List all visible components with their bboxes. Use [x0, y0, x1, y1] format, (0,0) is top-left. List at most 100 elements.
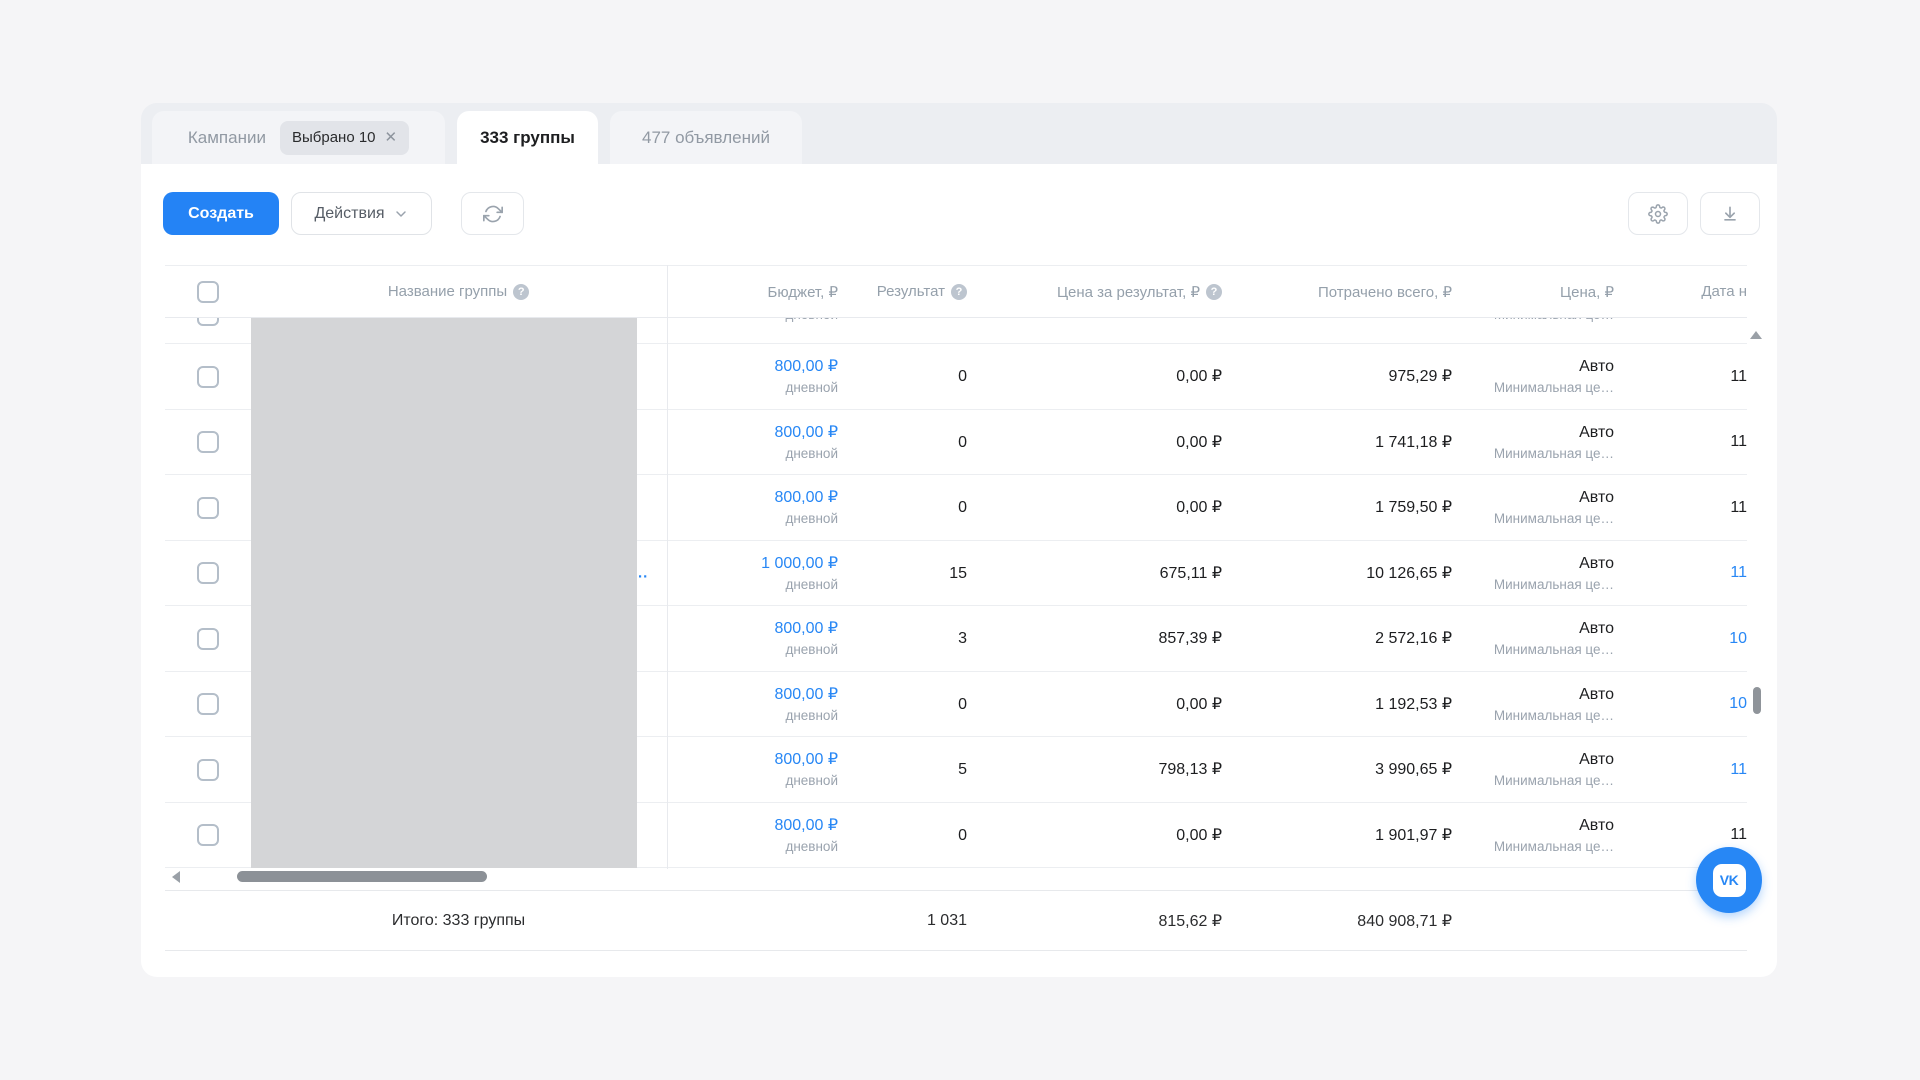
tab-campaigns[interactable]: Кампании Выбрано 10 ✕: [152, 111, 445, 164]
create-button[interactable]: Создать: [163, 192, 279, 235]
price-mode: Авто: [1452, 421, 1614, 444]
spent-total-cell: 2 572,16 ₽: [1222, 606, 1452, 672]
actions-button[interactable]: Действия: [291, 192, 432, 235]
date-cell: 10: [1614, 672, 1747, 738]
date-value[interactable]: 11: [1614, 564, 1747, 582]
price-note: Минимальная це…: [1452, 706, 1614, 726]
result-value: 0: [838, 431, 967, 454]
tab-groups[interactable]: 333 группы: [457, 111, 598, 164]
column-header-spent-total[interactable]: Потрачено всего, ₽: [1222, 283, 1452, 301]
column-header-budget[interactable]: Бюджет, ₽: [667, 283, 838, 301]
row-checkbox[interactable]: [197, 562, 219, 584]
date-value[interactable]: 10: [1614, 630, 1747, 648]
tab-ads[interactable]: 477 объявлений: [610, 111, 802, 164]
group-name-tail[interactable]: ..: [638, 565, 648, 582]
cost-per-result-value: 675,11 ₽: [967, 562, 1222, 585]
tab-ads-label: 477 объявлений: [642, 128, 770, 148]
budget-cell: 800,00 ₽ дневной: [667, 344, 838, 410]
cost-per-result-cell: 0,00 ₽: [967, 475, 1222, 541]
row-checkbox[interactable]: [197, 497, 219, 519]
column-header-result[interactable]: Результат ?: [838, 283, 967, 300]
row-checkbox[interactable]: [197, 628, 219, 650]
selected-count-badge[interactable]: Выбрано 10 ✕: [280, 121, 409, 155]
result-value: 3: [838, 627, 967, 650]
spent-total-value: 1 901,97 ₽: [1222, 824, 1452, 847]
row-checkbox-cell: [165, 672, 250, 738]
price-cell: Авто Минимальная це…: [1452, 737, 1614, 803]
date-value[interactable]: 11: [1614, 368, 1747, 386]
result-cell: 0: [838, 344, 967, 410]
result-cell: 0: [838, 803, 967, 869]
clear-selection-icon[interactable]: ✕: [385, 130, 398, 145]
select-all-checkbox[interactable]: [197, 281, 219, 303]
budget-amount[interactable]: 800,00 ₽: [667, 748, 838, 771]
budget-cell: 1 000,00 ₽ дневной: [667, 541, 838, 607]
result-value: 0: [838, 365, 967, 388]
scroll-left-arrow-icon[interactable]: [172, 871, 180, 883]
date-value[interactable]: 10: [1614, 695, 1747, 713]
result-cell: 15: [838, 541, 967, 607]
budget-type: дневной: [667, 706, 838, 726]
budget-type: дневной: [667, 378, 838, 398]
spent-total-cell: 975,29 ₽: [1222, 344, 1452, 410]
column-header-name-label: Название группы: [388, 283, 507, 300]
price-cell: Авто Минимальная це…: [1452, 475, 1614, 541]
row-checkbox[interactable]: [197, 759, 219, 781]
cost-per-result-cell: 675,11 ₽: [967, 541, 1222, 607]
budget-amount[interactable]: 800,00 ₽: [667, 486, 838, 509]
column-header-date[interactable]: Дата н: [1614, 283, 1747, 300]
settings-button[interactable]: [1628, 192, 1688, 235]
row-checkbox[interactable]: [197, 318, 219, 326]
vk-support-button[interactable]: VK: [1696, 847, 1762, 913]
help-icon[interactable]: ?: [951, 284, 967, 300]
row-checkbox[interactable]: [197, 366, 219, 388]
vertical-scrollbar-thumb[interactable]: [1753, 687, 1761, 714]
price-cell: Авто Минимальная це…: [1452, 606, 1614, 672]
budget-cell: 800,00 ₽ дневной: [667, 606, 838, 672]
gear-icon: [1648, 204, 1668, 224]
column-header-name[interactable]: Название группы ?: [250, 283, 667, 300]
help-icon[interactable]: ?: [513, 284, 529, 300]
scroll-up-arrow-icon[interactable]: [1750, 331, 1762, 339]
column-header-cost-per-result[interactable]: Цена за результат, ₽ ?: [967, 283, 1222, 301]
date-cell: 11: [1614, 737, 1747, 803]
date-value[interactable]: 11: [1614, 433, 1747, 451]
ads-cabinet-card: Кампании Выбрано 10 ✕ 333 группы 477 объ…: [141, 103, 1777, 977]
download-icon: [1720, 204, 1740, 224]
budget-amount[interactable]: 800,00 ₽: [667, 814, 838, 837]
budget-amount[interactable]: 800,00 ₽: [667, 421, 838, 444]
result-value: 0: [838, 496, 967, 519]
date-value[interactable]: 11: [1614, 761, 1747, 779]
column-header-price[interactable]: Цена, ₽: [1452, 283, 1614, 301]
help-icon[interactable]: ?: [1206, 284, 1222, 300]
price-cell: Авто Минимальная це…: [1452, 803, 1614, 869]
row-checkbox[interactable]: [197, 693, 219, 715]
refresh-button[interactable]: [461, 192, 524, 235]
price-mode: Авто: [1452, 683, 1614, 706]
spent-total-value: 10 126,65 ₽: [1222, 562, 1452, 585]
budget-amount[interactable]: 800,00 ₽: [667, 683, 838, 706]
cost-per-result-cell: 0,00 ₽: [967, 672, 1222, 738]
date-value[interactable]: 11: [1614, 499, 1747, 517]
horizontal-scrollbar-thumb[interactable]: [237, 871, 487, 882]
price-cell: Авто Минимальная це…: [1452, 344, 1614, 410]
cost-per-result-cell: 0,00 ₽: [967, 803, 1222, 869]
download-button[interactable]: [1700, 192, 1760, 235]
budget-amount[interactable]: 1 000,00 ₽: [667, 552, 838, 575]
horizontal-scrollbar[interactable]: [165, 870, 1747, 884]
row-checkbox[interactable]: [197, 824, 219, 846]
cost-per-result-value: 798,13 ₽: [967, 758, 1222, 781]
row-checkbox-cell: [165, 606, 250, 672]
result-value: 0: [838, 824, 967, 847]
budget-amount[interactable]: 800,00 ₽: [667, 355, 838, 378]
row-checkbox[interactable]: [197, 431, 219, 453]
budget-amount[interactable]: 800,00 ₽: [667, 617, 838, 640]
price-note: Минимальная це…: [1452, 318, 1614, 325]
price-note: Минимальная це…: [1452, 771, 1614, 791]
spent-total-value: 975,29 ₽: [1222, 365, 1452, 388]
date-cell: 10: [1614, 606, 1747, 672]
date-value[interactable]: 11: [1614, 826, 1747, 844]
footer-spent-total-cell: 840 908,71 ₽: [1222, 911, 1452, 931]
price-note: Минимальная це…: [1452, 575, 1614, 595]
result-cell: [838, 318, 967, 344]
